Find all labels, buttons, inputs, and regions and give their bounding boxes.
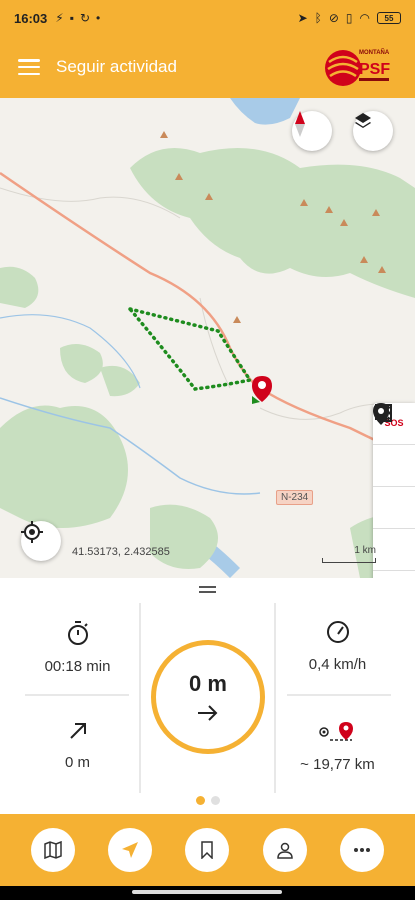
elapsed-time-stat: 00:18 min [20,620,135,675]
pin-button[interactable] [373,403,415,578]
layers-button[interactable] [353,111,393,151]
map-icon [43,841,62,859]
marker-distance-icon [318,722,353,741]
map-canvas [0,98,415,578]
compass-icon [295,111,305,137]
speedometer-icon [326,621,349,643]
status-time: 16:03 [14,10,48,26]
map-action-panel: SOS [373,403,415,578]
speed-value: 0,4 km/h [308,656,367,673]
sync-icon: ↻ [79,11,91,25]
road-label: N-234 [276,490,314,505]
app-logo: MONTAÑA PSF [325,49,390,86]
distance-value: 0 m [189,671,227,696]
coordinates-readout: 41.53173, 2.432585 [72,546,170,558]
send-icon: ➤ [297,11,308,25]
arrow-up-right-icon [69,723,86,739]
exit-button[interactable] [373,404,415,487]
crosshair-icon [21,521,43,543]
trash-icon: ▪ [69,11,74,25]
page-dot-1[interactable] [196,796,205,805]
stats-sheet: 00:18 min 0,4 km/h 0 m 0 m ~ 19,77 km [0,578,415,814]
map-view[interactable]: N-234 SOS [0,98,415,578]
notification-icon: ⚡ [55,11,64,25]
distance-circle: 0 m [151,640,265,754]
navigation-arrow-icon [122,842,139,858]
battery-icon: 55 [377,12,401,24]
navigate-nav-button[interactable] [108,828,153,872]
system-navigation-bar [0,886,415,900]
page-dot-2[interactable] [211,796,220,805]
settings-button[interactable] [373,404,415,571]
elevation-value: 0 m [64,754,90,771]
remaining-distance-value: ~ 19,77 km [300,756,375,773]
scale-label: 1 km [354,545,376,556]
bottom-navigation [0,814,415,886]
status-bar: 16:03 ⚡ ▪ ↻ • ➤ ᛒ ⊘ ▯ ◠ 55 [0,0,415,36]
dnd-icon: ⊘ [328,11,339,25]
pause-button[interactable] [373,404,415,529]
remaining-distance-stat: ~ 19,77 km [280,720,395,773]
compass-button[interactable] [292,111,332,151]
home-gesture-bar[interactable] [132,890,282,894]
location-pin-icon [373,403,389,425]
dot-icon: • [96,11,101,25]
bookmark-icon [201,841,214,859]
map-scale: 1 km [322,545,376,563]
user-icon [277,842,293,859]
app-bar: Seguir actividad MONTAÑA PSF [0,36,415,98]
stopwatch-icon [67,621,88,645]
bookmarks-nav-button[interactable] [185,828,230,872]
bluetooth-icon: ᛒ [314,11,322,25]
layers-icon [355,113,371,128]
wifi-icon: ◠ [359,11,370,25]
elapsed-time-value: 00:18 min [44,658,111,675]
more-nav-button[interactable] [340,828,385,872]
location-marker [252,376,272,404]
arrow-right-icon [198,705,218,721]
more-icon [354,848,371,852]
hamburger-icon[interactable] [18,59,40,75]
speed-stat: 0,4 km/h [280,620,395,673]
svg-text:MONTAÑA: MONTAÑA [359,49,390,56]
drag-handle[interactable] [199,586,216,593]
system-icons: ➤ ᛒ ⊘ ▯ ◠ 55 [298,11,401,25]
elevation-stat: 0 m [20,720,135,771]
svg-text:PSF: PSF [359,61,390,78]
notification-icons: ⚡ ▪ ↻ • [55,11,100,25]
page-indicator [196,796,220,805]
profile-nav-button[interactable] [262,828,307,872]
vibrate-icon: ▯ [345,11,353,25]
page-title: Seguir actividad [56,57,177,76]
locate-button[interactable] [21,521,61,561]
map-nav-button[interactable] [30,828,75,872]
